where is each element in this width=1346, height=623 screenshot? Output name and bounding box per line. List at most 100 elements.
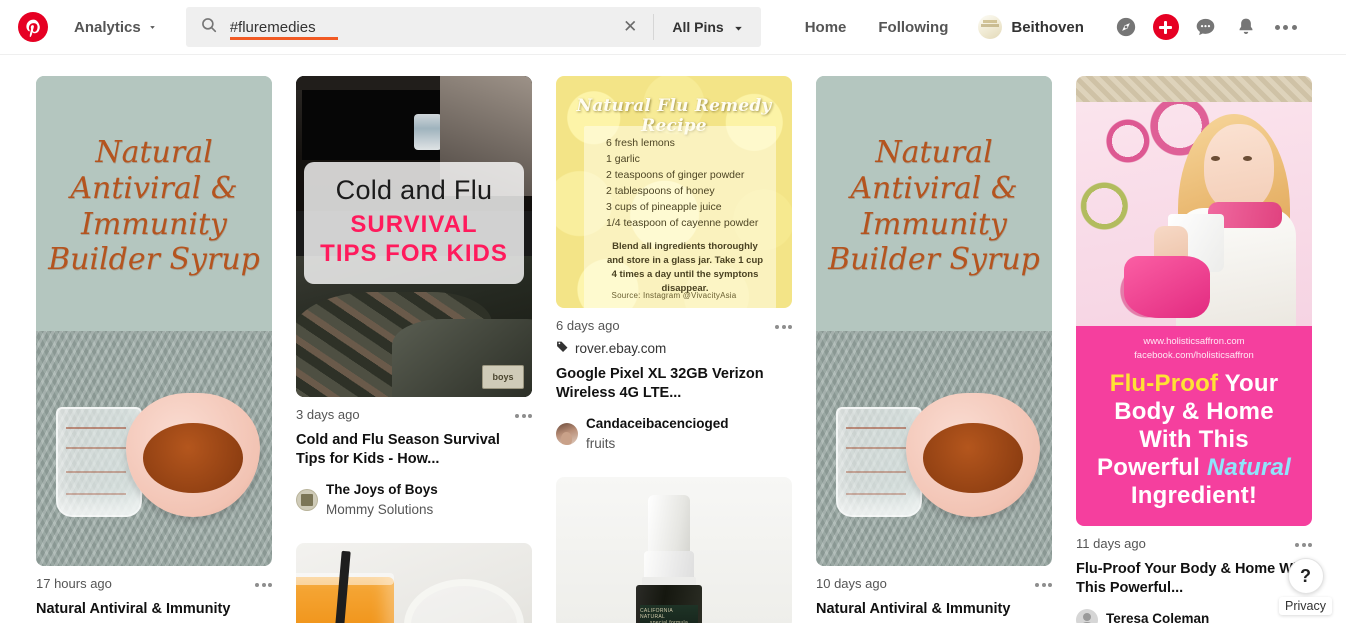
pin-author[interactable]: Candaceibacencioged fruits bbox=[556, 414, 792, 455]
bell-icon[interactable] bbox=[1228, 9, 1264, 45]
ingredient-item: 2 tablespoons of honey bbox=[606, 184, 715, 197]
primary-nav-links: Home Following Beithoven bbox=[789, 9, 1098, 45]
search-input[interactable] bbox=[229, 18, 608, 36]
pin-author[interactable]: Teresa Coleman bbox=[1076, 608, 1312, 623]
recipe-panel: 6 fresh lemons 1 garlic 2 teaspoons of g… bbox=[584, 126, 776, 308]
website-url: www.holisticsaffron.com bbox=[1143, 336, 1245, 347]
avatar bbox=[1076, 608, 1098, 623]
pin-title[interactable]: Flu-Proof Your Body & Home With This Pow… bbox=[1076, 560, 1312, 599]
nav-following[interactable]: Following bbox=[862, 11, 964, 44]
grid-column-5: www.holisticsaffron.com facebook.com/hol… bbox=[1076, 76, 1312, 623]
spray-cap bbox=[648, 494, 690, 557]
author-name: The Joys of Boys bbox=[326, 481, 438, 497]
pin-card-natural-flu-remedy-recipe[interactable]: Natural Flu Remedy Recipe 6 fresh lemons… bbox=[556, 76, 792, 455]
pin-card-natural-antiviral-syrup-2[interactable]: Natural Antiviral & Immunity Builder Syr… bbox=[816, 76, 1052, 619]
pin-card-honey-jar[interactable] bbox=[296, 542, 532, 623]
pin-image[interactable]: Natural Antiviral & Immunity Builder Syr… bbox=[816, 76, 1052, 566]
pin-image[interactable]: www.holisticsaffron.com facebook.com/hol… bbox=[1076, 76, 1312, 526]
syrup-line-3: Immunity bbox=[861, 206, 1007, 242]
girl-face bbox=[1204, 124, 1274, 212]
coldflu-line-2: SURVIVAL bbox=[350, 210, 478, 238]
pin-timestamp: 10 days ago bbox=[816, 576, 887, 591]
all-pins-label: All Pins bbox=[672, 19, 724, 35]
pin-card-cold-and-flu-survival[interactable]: Cold and Flu SURVIVAL TIPS FOR KIDS boys… bbox=[296, 76, 532, 521]
analytics-menu-button[interactable]: Analytics bbox=[70, 13, 162, 42]
pin-photo-syrup-bowl bbox=[36, 331, 272, 566]
spellcheck-underline bbox=[229, 37, 338, 40]
headline-line-5: Ingredient! bbox=[1130, 481, 1258, 509]
pink-blanket bbox=[1124, 256, 1210, 318]
pin-source-domain[interactable]: rover.ebay.com bbox=[556, 340, 792, 356]
grid-column-1: Natural Antiviral & Immunity Builder Syr… bbox=[36, 76, 272, 623]
ingredient-item: 1/4 teaspoon of cayenne powder bbox=[606, 216, 759, 229]
more-options-icon[interactable] bbox=[515, 407, 532, 418]
headline-line-2: Body & Home bbox=[1114, 397, 1274, 425]
user-name-label: Beithoven bbox=[1011, 18, 1084, 36]
pin-image-text: Cold and Flu SURVIVAL TIPS FOR KIDS bbox=[304, 162, 524, 285]
syrup-line-1: Natural bbox=[95, 135, 213, 171]
headline-part-1: Flu-Proof bbox=[1109, 369, 1219, 397]
compass-icon[interactable] bbox=[1108, 9, 1144, 45]
more-options-icon[interactable] bbox=[1295, 536, 1312, 547]
nav-home[interactable]: Home bbox=[789, 11, 863, 44]
author-name: Candaceibacencioged bbox=[586, 415, 729, 431]
grid-column-2: Cold and Flu SURVIVAL TIPS FOR KIDS boys… bbox=[296, 76, 532, 623]
cup-on-shelf bbox=[414, 114, 442, 150]
pin-title[interactable]: Cold and Flu Season Survival Tips for Ki… bbox=[296, 431, 532, 470]
pin-title[interactable]: Natural Antiviral & Immunity bbox=[816, 600, 1052, 619]
chevron-down-icon bbox=[732, 22, 743, 33]
create-pin-button[interactable] bbox=[1148, 9, 1184, 45]
syrup-line-2: Antiviral & bbox=[850, 170, 1018, 206]
search-bar[interactable]: ✕ All Pins bbox=[185, 7, 761, 47]
recipe-instructions: Blend all ingredients thoroughly and sto… bbox=[606, 240, 764, 295]
syrup-line-3: Immunity bbox=[81, 206, 227, 242]
pin-image[interactable] bbox=[296, 542, 532, 623]
pin-meta: 11 days ago Flu-Proof Your Body & Home W… bbox=[1076, 526, 1312, 623]
pin-image[interactable]: Natural Flu Remedy Recipe 6 fresh lemons… bbox=[556, 76, 792, 308]
ingredient-item: 1 garlic bbox=[606, 152, 640, 165]
pin-image[interactable]: CALIFORNIA NATURAL special formula bbox=[556, 476, 792, 623]
privacy-label[interactable]: Privacy bbox=[1279, 597, 1332, 615]
pin-title[interactable]: Natural Antiviral & Immunity bbox=[36, 600, 272, 619]
pin-card-flu-proof-your-body[interactable]: www.holisticsaffron.com facebook.com/hol… bbox=[1076, 76, 1312, 623]
avatar bbox=[296, 489, 318, 512]
pin-card-spray-bottle[interactable]: CALIFORNIA NATURAL special formula bbox=[556, 476, 792, 623]
girl-eye-left bbox=[1211, 156, 1220, 161]
syrup-line-1: Natural bbox=[875, 135, 993, 171]
pin-meta: 3 days ago Cold and Flu Season Survival … bbox=[296, 397, 532, 521]
pin-card-natural-antiviral-syrup-1[interactable]: Natural Antiviral & Immunity Builder Syr… bbox=[36, 76, 272, 619]
user-profile-link[interactable]: Beithoven bbox=[964, 9, 1098, 45]
more-options-icon[interactable] bbox=[1035, 576, 1052, 587]
more-options-icon[interactable] bbox=[775, 318, 792, 329]
more-options-icon[interactable] bbox=[255, 576, 272, 587]
messages-icon[interactable] bbox=[1188, 9, 1224, 45]
pinterest-logo-icon[interactable] bbox=[18, 12, 48, 42]
board-name: Mommy Solutions bbox=[326, 502, 434, 518]
pin-author[interactable]: The Joys of Boys Mommy Solutions bbox=[296, 480, 532, 521]
search-icon bbox=[200, 16, 218, 39]
header-action-icons bbox=[1108, 9, 1304, 45]
pin-meta: 6 days ago rover.ebay.com Google Pixel X… bbox=[556, 308, 792, 455]
domain-label: rover.ebay.com bbox=[575, 340, 667, 356]
pin-timestamp: 3 days ago bbox=[296, 407, 360, 422]
pin-photo-sick-girl bbox=[1076, 76, 1312, 328]
pin-image[interactable]: Cold and Flu SURVIVAL TIPS FOR KIDS boys bbox=[296, 76, 532, 397]
syrup-line-2: Antiviral & bbox=[70, 170, 238, 206]
pin-timestamp: 11 days ago bbox=[1076, 536, 1146, 551]
more-options-icon[interactable] bbox=[1268, 9, 1304, 45]
grid-column-4: Natural Antiviral & Immunity Builder Syr… bbox=[816, 76, 1052, 623]
facebook-url: facebook.com/holisticsaffron bbox=[1134, 349, 1254, 361]
help-button[interactable]: ? bbox=[1287, 558, 1324, 594]
pin-image[interactable]: Natural Antiviral & Immunity Builder Syr… bbox=[36, 76, 272, 566]
pin-meta: 10 days ago Natural Antiviral & Immunity bbox=[816, 566, 1052, 619]
pin-title[interactable]: Google Pixel XL 32GB Verizon Wireless 4G… bbox=[556, 365, 792, 404]
pin-image-text: Natural Antiviral & Immunity Builder Syr… bbox=[816, 76, 1052, 331]
ingredient-item: 6 fresh lemons bbox=[606, 137, 675, 149]
clear-search-icon[interactable]: ✕ bbox=[607, 17, 653, 37]
fluproof-headline: Flu-Proof Your Body & Home With This Pow… bbox=[1082, 370, 1306, 510]
pin-timestamp: 6 days ago bbox=[556, 318, 620, 333]
watermark-logo: boys bbox=[482, 365, 524, 389]
top-navigation-bar: Analytics ✕ All Pins Home Following bbox=[0, 0, 1346, 55]
user-avatar bbox=[978, 15, 1003, 39]
all-pins-filter-dropdown[interactable]: All Pins bbox=[654, 19, 760, 35]
